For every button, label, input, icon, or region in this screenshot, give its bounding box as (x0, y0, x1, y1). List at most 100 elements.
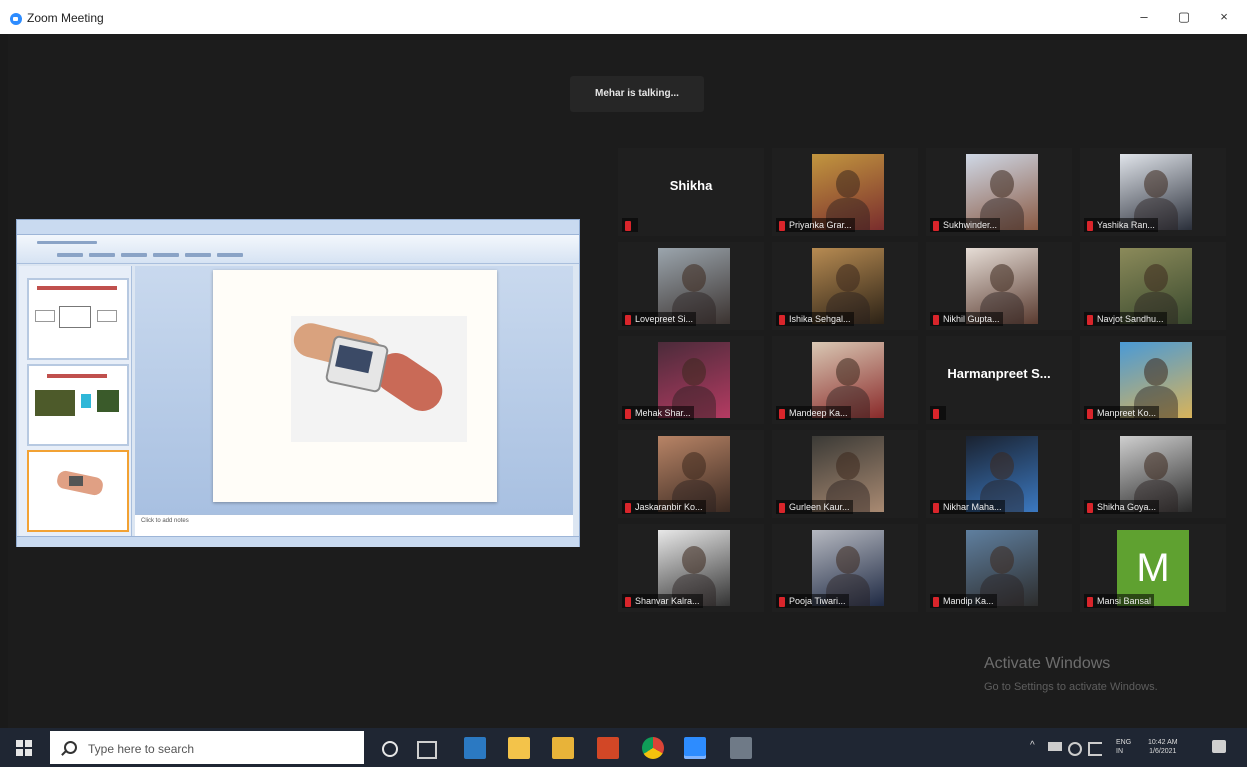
participant-name-label: Pooja Tiwari... (776, 594, 849, 608)
store-icon[interactable] (508, 737, 530, 759)
muted-mic-icon (933, 220, 939, 231)
thumb-title (47, 374, 107, 378)
zoom-taskbar-icon[interactable] (684, 737, 706, 759)
participant-tile[interactable]: Lovepreet Si... (618, 242, 764, 330)
participant-tile[interactable]: Manpreet Ko... (1080, 336, 1226, 424)
participant-silhouette (1144, 170, 1168, 198)
current-slide (213, 270, 497, 502)
shared-app-title-bar (17, 220, 579, 235)
tray-chevron-icon[interactable]: ^ (1030, 740, 1035, 751)
close-button[interactable]: × (1214, 8, 1234, 26)
activate-windows-subtitle: Go to Settings to activate Windows. (984, 681, 1158, 693)
participant-name: Gurleen Kaur... (789, 502, 850, 512)
thumb-image (97, 390, 119, 412)
participant-name-label: Jaskaranbir Ko... (622, 500, 706, 514)
active-speaker-indicator: Mehar is talking... (570, 76, 704, 112)
participant-tile[interactable]: Shikha (618, 148, 764, 236)
participant-name-label: Sukhwinder... (930, 218, 1001, 232)
participant-tile[interactable]: Priyanka Grar... (772, 148, 918, 236)
participant-tile[interactable]: Nikhil Gupta... (926, 242, 1072, 330)
thumb-image (35, 390, 75, 416)
slide-thumbnail[interactable] (27, 364, 129, 446)
participant-name-label: Yashika Ran... (1084, 218, 1158, 232)
slide-thumbnail-selected[interactable] (27, 450, 129, 532)
participant-name-label: Shikha Goya... (1084, 500, 1160, 514)
slide-thumbnail[interactable] (27, 278, 129, 360)
participant-tile[interactable]: Jaskaranbir Ko... (618, 430, 764, 518)
participant-tile[interactable]: Nikhar Maha... (926, 430, 1072, 518)
powerpoint-icon[interactable] (597, 737, 619, 759)
shared-screen[interactable]: Click to add notes (16, 219, 580, 547)
maximize-button[interactable]: ▢ (1174, 8, 1194, 26)
participant-name: Mandeep Ka... (789, 408, 848, 418)
paint-icon[interactable] (730, 737, 752, 759)
muted-mic-icon (1087, 408, 1093, 419)
participant-tile[interactable]: Pooja Tiwari... (772, 524, 918, 612)
muted-mic-icon (779, 408, 785, 419)
participant-tile[interactable]: Harmanpreet S... (926, 336, 1072, 424)
cortana-icon[interactable] (382, 741, 398, 757)
folder-icon[interactable] (552, 737, 574, 759)
search-placeholder: Type here to search (88, 742, 195, 756)
participant-tile[interactable]: Navjot Sandhu... (1080, 242, 1226, 330)
minimize-button[interactable]: – (1134, 8, 1154, 26)
participant-name-label: Mandeep Ka... (776, 406, 851, 420)
participant-silhouette (990, 546, 1014, 574)
muted-mic-icon (1087, 314, 1093, 325)
volume-icon[interactable] (1088, 742, 1102, 756)
participant-name-label: Priyanka Grar... (776, 218, 855, 232)
participant-tile[interactable]: M Mansi Bansal (1080, 524, 1226, 612)
slide-notes[interactable]: Click to add notes (135, 514, 573, 536)
participant-name-label: Mandip Ka... (930, 594, 997, 608)
participant-name: Yashika Ran... (1097, 220, 1155, 230)
thumb-image (69, 476, 83, 486)
chrome-icon[interactable] (642, 737, 664, 759)
language-code: ENG (1116, 739, 1132, 746)
participant-name-label: Nikhar Maha... (930, 500, 1005, 514)
participant-tile[interactable]: Sukhwinder... (926, 148, 1072, 236)
taskbar-search-box[interactable]: Type here to search (50, 731, 364, 764)
participant-tile[interactable]: Mehak Shar... (618, 336, 764, 424)
ribbon-item (153, 253, 179, 257)
network-icon[interactable] (1068, 742, 1082, 756)
participant-name-label: Shanvar Kalra... (622, 594, 703, 608)
participant-name-label: Navjot Sandhu... (1084, 312, 1167, 326)
participant-name: Nikhil Gupta... (943, 314, 1000, 324)
participant-tile[interactable]: Shikha Goya... (1080, 430, 1226, 518)
task-view-icon[interactable] (417, 741, 437, 759)
muted-mic-icon (779, 314, 785, 325)
file-explorer-icon[interactable] (464, 737, 486, 759)
notifications-icon[interactable] (1212, 740, 1226, 753)
participant-tile[interactable]: Yashika Ran... (1080, 148, 1226, 236)
battery-icon[interactable] (1048, 742, 1062, 751)
clock[interactable]: 10:42 AM 1/6/2021 (1148, 738, 1178, 756)
participant-tile[interactable]: Shanvar Kalra... (618, 524, 764, 612)
ribbon-item (57, 253, 83, 257)
participant-name-label (930, 406, 946, 420)
participant-tile[interactable]: Gurleen Kaur... (772, 430, 918, 518)
participant-tile[interactable]: Mandeep Ka... (772, 336, 918, 424)
participant-name: Mandip Ka... (943, 596, 994, 606)
participant-name: Sukhwinder... (943, 220, 998, 230)
participant-silhouette (1144, 452, 1168, 480)
participant-name-label: Mansi Bansal (1084, 594, 1155, 608)
participant-name-label: Ishika Sehgal... (776, 312, 854, 326)
participant-display-name: Shikha (669, 178, 713, 193)
participant-name-label: Gurleen Kaur... (776, 500, 853, 514)
windows-taskbar: Type here to search ^ ENG IN 10:42 AM 1/… (0, 728, 1247, 767)
participant-silhouette (682, 452, 706, 480)
participant-name: Ishika Sehgal... (789, 314, 851, 324)
windows-start-icon[interactable] (16, 740, 32, 756)
clock-date: 1/6/2021 (1149, 748, 1177, 755)
language-indicator[interactable]: ENG IN (1116, 738, 1131, 756)
muted-mic-icon (933, 314, 939, 325)
participant-tile[interactable]: Ishika Sehgal... (772, 242, 918, 330)
shared-app-ribbon (17, 235, 579, 264)
participant-tile[interactable]: Mandip Ka... (926, 524, 1072, 612)
muted-mic-icon (625, 596, 631, 607)
thumb-diagram (97, 310, 117, 322)
participant-name: Nikhar Maha... (943, 502, 1002, 512)
participant-silhouette (836, 452, 860, 480)
muted-mic-icon (933, 408, 939, 419)
thumb-image (81, 394, 91, 408)
